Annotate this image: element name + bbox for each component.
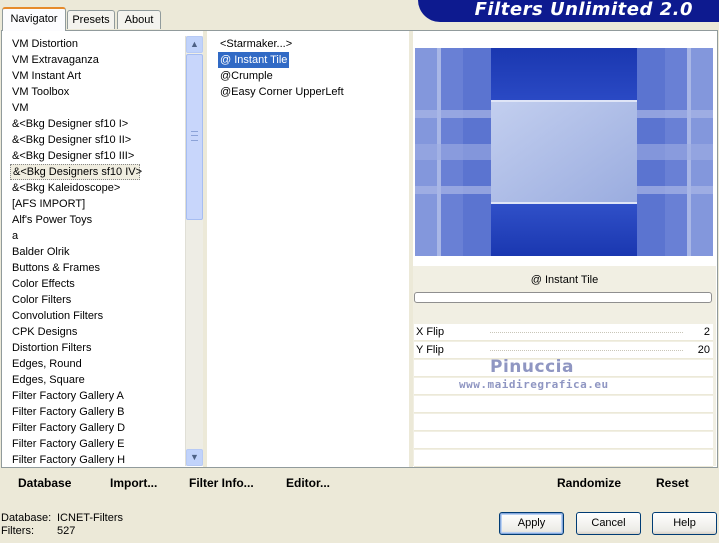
category-item[interactable]: Balder Olrik: [10, 244, 184, 260]
database-label: Database:: [1, 512, 52, 524]
param-value[interactable]: 2: [704, 324, 710, 340]
column-divider: [203, 31, 207, 467]
category-item[interactable]: VM Distortion: [10, 36, 184, 52]
banner-title: Filters Unlimited 2.0: [474, 0, 693, 20]
category-item[interactable]: Filter Factory Gallery H: [10, 452, 184, 468]
import-button[interactable]: Import...: [110, 476, 157, 490]
category-item[interactable]: Distortion Filters: [10, 340, 184, 356]
filter-list[interactable]: <Starmaker...> @ Instant Tile @Crumple @Eas…: [218, 36, 346, 100]
filter-info-button[interactable]: Filter Info...: [189, 476, 254, 490]
category-item[interactable]: &<Bkg Designer sf10 III>: [10, 148, 184, 164]
category-item[interactable]: CPK Designs: [10, 324, 184, 340]
category-item[interactable]: Convolution Filters: [10, 308, 184, 324]
category-item[interactable]: &<Bkg Kaleidoscope>: [10, 180, 184, 196]
category-item[interactable]: a: [10, 228, 184, 244]
category-item[interactable]: Color Effects: [10, 276, 184, 292]
category-item[interactable]: VM Instant Art: [10, 68, 184, 84]
progress-bar: [414, 292, 712, 303]
title-banner: Filters Unlimited 2.0: [418, 0, 719, 22]
filter-item[interactable]: @Crumple: [218, 68, 275, 84]
category-scrollbar[interactable]: ▲ ▼: [185, 36, 203, 466]
param-label: Y Flip: [416, 344, 444, 356]
param-row-empty: [414, 414, 713, 431]
reset-button[interactable]: Reset: [656, 476, 689, 490]
filter-item[interactable]: @ Instant Tile: [218, 52, 290, 68]
randomize-button[interactable]: Randomize: [557, 476, 621, 490]
watermark-name: Pinuccia: [490, 357, 574, 377]
chevron-up-icon: ▲: [190, 39, 199, 49]
category-item[interactable]: &<Bkg Designers sf10 IV>: [10, 164, 142, 180]
category-item[interactable]: Alf's Power Toys: [10, 212, 184, 228]
category-item[interactable]: [AFS IMPORT]: [10, 196, 184, 212]
category-item[interactable]: VM: [10, 100, 184, 116]
category-item[interactable]: VM Toolbox: [10, 84, 184, 100]
preview-image: [415, 48, 713, 256]
tab-navigator[interactable]: Navigator: [2, 7, 66, 31]
category-item[interactable]: Filter Factory Gallery A: [10, 388, 184, 404]
category-item[interactable]: Filter Factory Gallery E: [10, 436, 184, 452]
param-row-x-flip[interactable]: X Flip 2: [414, 324, 713, 341]
category-item[interactable]: Color Filters: [10, 292, 184, 308]
database-button[interactable]: Database: [18, 476, 71, 490]
category-item[interactable]: Edges, Square: [10, 372, 184, 388]
param-label: X Flip: [416, 326, 445, 338]
help-button[interactable]: Help: [652, 512, 717, 535]
filter-item[interactable]: @Easy Corner UpperLeft: [218, 84, 346, 100]
filters-label: Filters:: [1, 525, 34, 537]
scroll-thumb[interactable]: [186, 54, 203, 220]
param-row-empty: [414, 450, 713, 467]
category-item[interactable]: Filter Factory Gallery D: [10, 420, 184, 436]
scroll-down-button[interactable]: ▼: [186, 449, 203, 466]
apply-button[interactable]: Apply: [499, 512, 564, 535]
category-item[interactable]: Filter Factory Gallery B: [10, 404, 184, 420]
scroll-up-button[interactable]: ▲: [186, 36, 203, 53]
category-item[interactable]: VM Extravaganza: [10, 52, 184, 68]
param-row-empty: [414, 396, 713, 413]
category-item[interactable]: &<Bkg Designer sf10 I>: [10, 116, 184, 132]
category-item[interactable]: Edges, Round: [10, 356, 184, 372]
editor-button[interactable]: Editor...: [286, 476, 330, 490]
filter-item[interactable]: <Starmaker...>: [218, 36, 294, 52]
tab-about[interactable]: About: [117, 10, 161, 29]
category-item[interactable]: &<Bkg Designer sf10 II>: [10, 132, 184, 148]
filters-count: 527: [57, 525, 76, 537]
param-slider[interactable]: [490, 350, 683, 352]
database-value: ICNET-Filters: [57, 512, 123, 524]
category-item[interactable]: Buttons & Frames: [10, 260, 184, 276]
cancel-button[interactable]: Cancel: [576, 512, 641, 535]
category-list[interactable]: VM Distortion VM Extravaganza VM Instant A…: [10, 36, 184, 468]
param-value[interactable]: 20: [698, 342, 710, 358]
filter-preview: [415, 48, 713, 256]
selected-filter-title: @ Instant Tile: [530, 274, 599, 286]
param-row-empty: [414, 432, 713, 449]
watermark-url: www.maidiregrafica.eu: [459, 378, 609, 391]
grip-icon: [191, 131, 198, 141]
tab-presets[interactable]: Presets: [67, 10, 115, 29]
param-slider[interactable]: [490, 332, 683, 334]
chevron-down-icon: ▼: [190, 452, 199, 462]
